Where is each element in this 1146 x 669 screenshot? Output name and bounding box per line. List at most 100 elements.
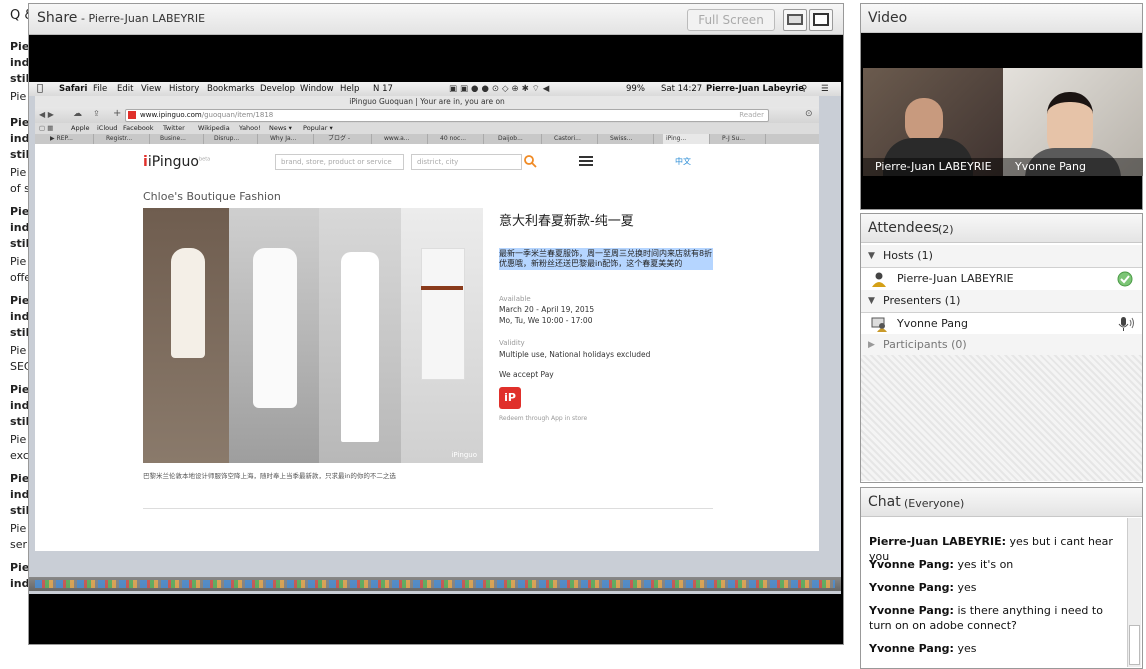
background-text: ind bbox=[10, 56, 30, 69]
background-text: ind bbox=[10, 399, 30, 412]
reader-button[interactable]: Reader bbox=[739, 110, 764, 121]
menu-item[interactable]: Help bbox=[340, 82, 359, 96]
presenter-row[interactable]: Yvonne Pang bbox=[861, 313, 1142, 336]
background-text: ind bbox=[10, 488, 30, 501]
product-title: 意大利春夏新款-纯一夏 bbox=[499, 214, 634, 229]
presenters-group[interactable]: ▼ Presenters (1) bbox=[861, 290, 1142, 313]
available-times: Mo, Tu, We 10:00 - 17:00 bbox=[499, 316, 593, 325]
participants-group[interactable]: ▶ Participants (0) bbox=[861, 334, 1142, 357]
browser-tab[interactable]: Busine... bbox=[157, 134, 204, 144]
store-name[interactable]: Chloe's Boutique Fashion bbox=[143, 190, 281, 203]
belt-shape bbox=[421, 286, 463, 290]
browser-tab-active[interactable]: iPing... bbox=[663, 134, 710, 144]
menubar-user[interactable]: Pierre-Juan Labeyrie bbox=[706, 82, 804, 96]
browser-tab[interactable]: 40 noc... bbox=[437, 134, 484, 144]
spotlight-icon[interactable]: ⚲ bbox=[801, 82, 807, 96]
app-badge[interactable]: iP bbox=[499, 387, 521, 409]
browser-tab[interactable]: Disrup... bbox=[211, 134, 258, 144]
photo-panel bbox=[143, 208, 229, 463]
bookmark-item[interactable]: News ▾ bbox=[269, 123, 292, 134]
share-pod: Share - Pierre-Juan LABEYRIE Full Screen… bbox=[28, 3, 844, 645]
presenter-user-icon bbox=[871, 317, 887, 332]
product-photo: iPinguo bbox=[143, 208, 483, 463]
bookmark-item[interactable]: Apple bbox=[71, 123, 90, 134]
expand-triangle-icon: ▼ bbox=[868, 296, 875, 306]
apple-menu-icon[interactable]:  bbox=[37, 82, 43, 96]
address-bar[interactable]: www.ipinguo.com/guoquan/item/1818 Reader bbox=[125, 109, 769, 122]
menu-item[interactable]: Edit bbox=[117, 82, 133, 96]
safari-window: iPinguo Guoquan | Your are in, you are o… bbox=[35, 96, 819, 551]
menubar-status-icons: ▣▣●●⊙◇⊕✱⌔◀ bbox=[449, 84, 553, 94]
chat-sender: Yvonne Pang: bbox=[869, 642, 954, 655]
menu-app[interactable]: Safari bbox=[59, 82, 87, 96]
notification-center-icon[interactable]: ☰ bbox=[821, 82, 829, 96]
microphone-active-icon[interactable] bbox=[1117, 316, 1135, 332]
chat-scope[interactable]: (Everyone) bbox=[904, 497, 964, 510]
bookmark-item[interactable]: Wikipedia bbox=[198, 123, 230, 134]
actual-size-button[interactable] bbox=[809, 9, 833, 31]
share-title: Share bbox=[37, 10, 78, 26]
share-icon[interactable]: ⇪ bbox=[93, 109, 100, 118]
chat-sender: Pierre-Juan LABEYRIE: bbox=[869, 535, 1007, 548]
menu-item[interactable]: Develop bbox=[260, 82, 295, 96]
chat-scroll-thumb[interactable] bbox=[1129, 625, 1140, 665]
video-pod: Video Pierre-Juan LABEYRIE Yvonne Pang bbox=[860, 3, 1143, 210]
browser-tab[interactable]: Why Ja... bbox=[267, 134, 314, 144]
video-participant-name: Yvonne Pang bbox=[1003, 158, 1143, 176]
bookmark-item[interactable]: iCloud bbox=[97, 123, 117, 134]
background-text: stil bbox=[10, 237, 30, 250]
fullscreen-button[interactable]: Full Screen bbox=[687, 9, 775, 31]
background-text: Pie bbox=[10, 205, 30, 218]
attendees-title: Attendees bbox=[868, 220, 940, 236]
hosts-group[interactable]: ▼ Hosts (1) bbox=[861, 245, 1142, 268]
bookmark-item[interactable]: Facebook bbox=[123, 123, 154, 134]
browser-tab[interactable]: Registr... bbox=[103, 134, 150, 144]
status-ok-icon bbox=[1117, 271, 1133, 287]
browser-tab[interactable]: Daijob... bbox=[495, 134, 542, 144]
webpage: iiPinguobeta brand, store, product or se… bbox=[35, 144, 819, 551]
downloads-icon[interactable]: ⊙ bbox=[805, 109, 813, 119]
background-text: ind bbox=[10, 577, 30, 590]
shared-screen:  Safari File Edit View History Bookmark… bbox=[29, 82, 841, 594]
district-search-input[interactable]: district, city bbox=[411, 154, 522, 170]
host-row[interactable]: Pierre-Juan LABEYRIE bbox=[861, 268, 1142, 291]
language-link[interactable]: 中文 bbox=[675, 156, 691, 167]
bookmark-item[interactable]: Twitter bbox=[163, 123, 185, 134]
browser-tab[interactable]: Castori... bbox=[551, 134, 598, 144]
browser-tab[interactable]: ブログ - bbox=[325, 134, 372, 144]
webcam-feed[interactable]: Pierre-Juan LABEYRIE bbox=[863, 68, 1003, 176]
menu-item[interactable]: File bbox=[93, 82, 107, 96]
photo-panel bbox=[319, 208, 401, 463]
new-tab-icon[interactable]: + bbox=[113, 108, 121, 119]
browser-tab[interactable]: www.a... bbox=[381, 134, 428, 144]
browser-tab[interactable]: ▶ REP... bbox=[47, 134, 94, 144]
fit-view-button[interactable] bbox=[783, 9, 807, 31]
brand-search-input[interactable]: brand, store, product or service bbox=[275, 154, 404, 170]
background-text: Q & bbox=[10, 8, 30, 23]
browser-tab[interactable]: P-J Su... bbox=[719, 134, 766, 144]
video-participant-name: Pierre-Juan LABEYRIE bbox=[863, 158, 1003, 176]
chat-header: Chat (Everyone) bbox=[861, 488, 1142, 517]
icloud-icon[interactable]: ☁ bbox=[73, 109, 82, 119]
site-logo[interactable]: iiPinguobeta bbox=[143, 154, 210, 170]
menu-item[interactable]: Bookmarks bbox=[207, 82, 255, 96]
menu-item[interactable]: Window bbox=[300, 82, 334, 96]
safari-toolbar: ◀ ▶ ☁ ⇪ + www.ipinguo.com/guoquan/item/1… bbox=[35, 107, 819, 123]
collapse-triangle-icon: ▶ bbox=[868, 340, 875, 350]
background-text: stil bbox=[10, 504, 30, 517]
chat-scrollbar[interactable] bbox=[1127, 518, 1141, 667]
dress-shape bbox=[171, 248, 205, 358]
menu-item[interactable]: View bbox=[141, 82, 161, 96]
dock-app-icons[interactable] bbox=[35, 580, 835, 588]
chat-text: yes it's on bbox=[957, 558, 1014, 571]
hamburger-menu-icon[interactable] bbox=[579, 155, 593, 167]
webcam-feed[interactable]: Yvonne Pang bbox=[1003, 68, 1143, 176]
search-icon[interactable] bbox=[523, 154, 537, 168]
browser-tab[interactable]: Swiss... bbox=[607, 134, 654, 144]
back-forward-icon[interactable]: ◀ ▶ bbox=[39, 110, 54, 119]
bookmarks-bar: ▢ ▦ Apple iCloud Facebook Twitter Wikipe… bbox=[35, 123, 819, 134]
menu-item[interactable]: History bbox=[169, 82, 199, 96]
reading-list-icon[interactable]: ▢ ▦ bbox=[39, 123, 53, 134]
bookmark-item[interactable]: Yahoo! bbox=[239, 123, 261, 134]
bookmark-item[interactable]: Popular ▾ bbox=[303, 123, 333, 134]
